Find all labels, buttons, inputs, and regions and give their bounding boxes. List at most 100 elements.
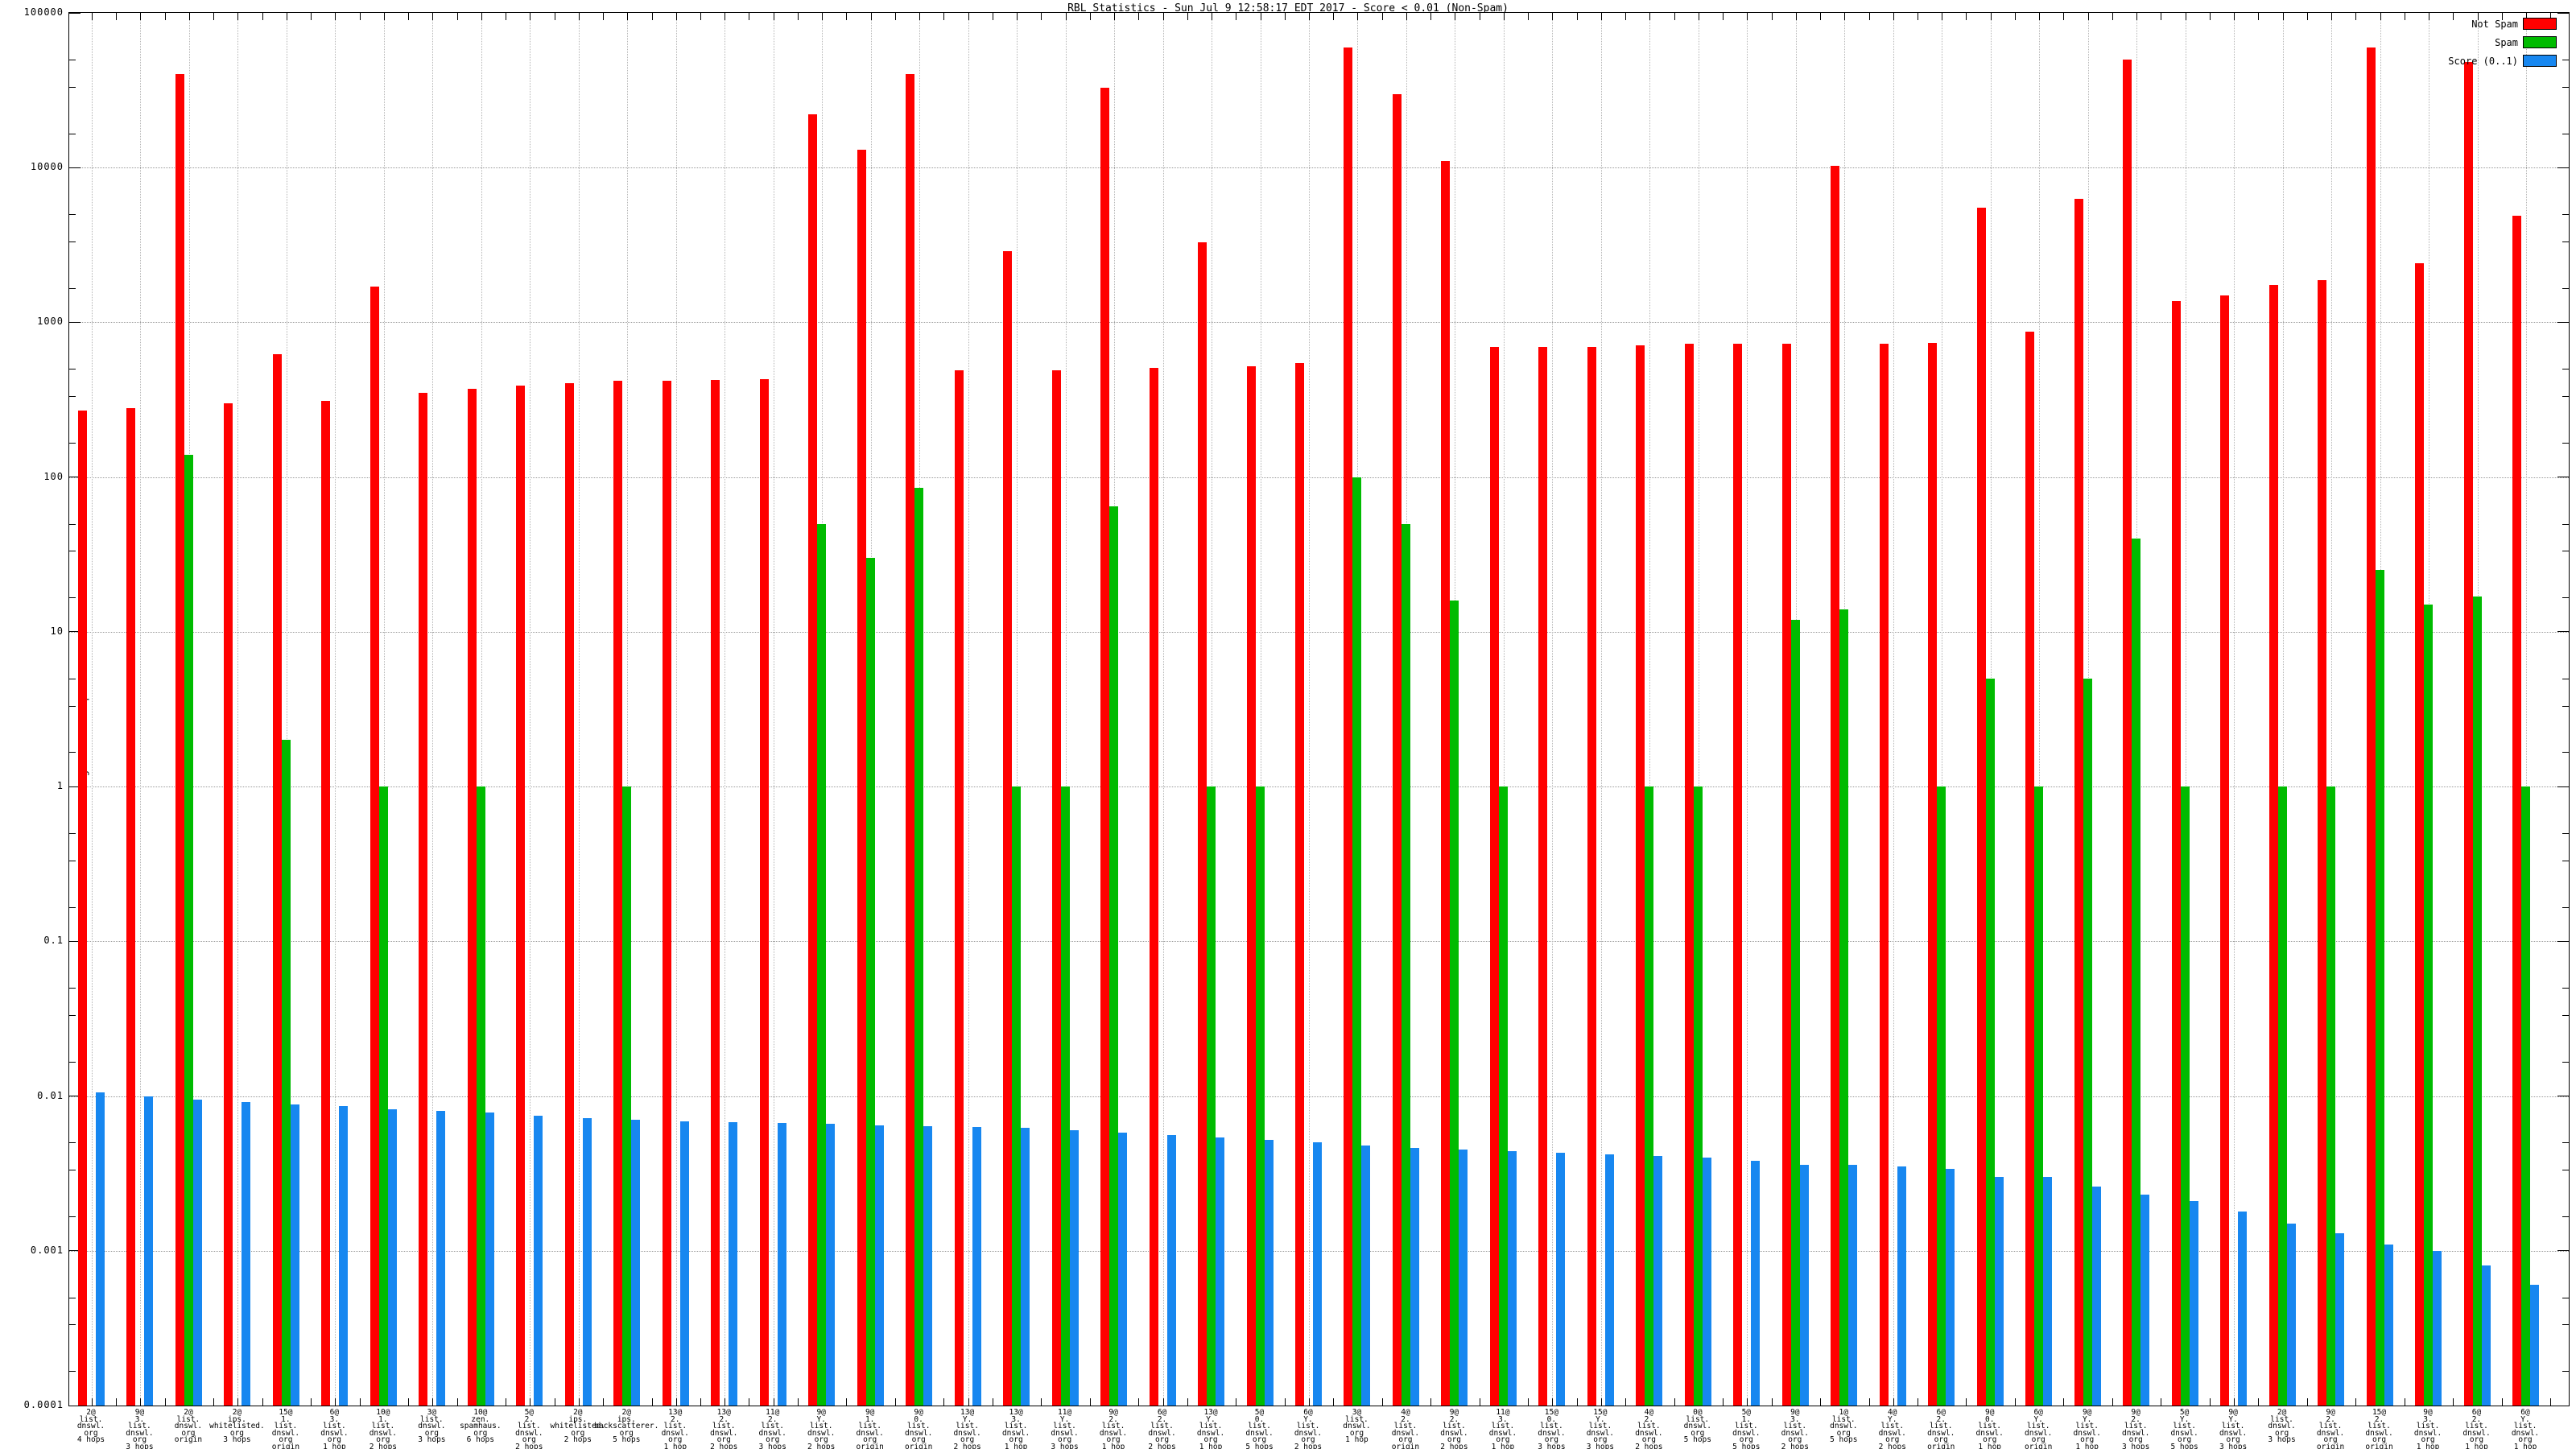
bar-spam <box>2132 539 2141 1406</box>
y-minor-tick <box>2562 214 2569 216</box>
x-tick <box>2234 1398 2235 1406</box>
bar-score <box>1166 1134 1176 1406</box>
bar-not_spam <box>2025 332 2035 1406</box>
x-tick <box>188 13 190 20</box>
x-tick <box>1162 13 1164 20</box>
bar-not_spam <box>2123 59 2132 1406</box>
bar-not_spam <box>1489 347 1499 1406</box>
bar-score <box>631 1120 641 1406</box>
bar-score <box>1507 1151 1517 1406</box>
x-tick <box>1333 13 1335 20</box>
x-tick <box>1771 1398 1773 1406</box>
x-gridline <box>1162 13 1164 1406</box>
x-gridline <box>724 13 726 1406</box>
bar-not_spam <box>2366 47 2376 1406</box>
bar-score <box>2238 1211 2248 1406</box>
bar-not_spam <box>613 380 623 1406</box>
bar-not_spam <box>1441 161 1451 1406</box>
y-minor-tick <box>2562 988 2569 989</box>
bar-not_spam <box>2318 280 2327 1406</box>
y-minor-tick <box>69 523 76 525</box>
y-minor-tick <box>69 1142 76 1144</box>
x-tick <box>1625 1398 1627 1406</box>
bar-score <box>826 1124 836 1406</box>
y-minor-tick <box>69 906 76 908</box>
x-tick <box>822 13 824 20</box>
bar-score <box>2043 1177 2053 1406</box>
x-tick <box>359 13 361 20</box>
legend-swatch <box>2523 18 2557 30</box>
x-tick <box>1041 13 1042 20</box>
y-minor-tick <box>69 396 76 398</box>
x-tick <box>1771 13 1773 20</box>
bar-score <box>1069 1130 1079 1406</box>
x-tick <box>2063 1398 2065 1406</box>
x-tick <box>894 13 896 20</box>
bar-score <box>1216 1137 1225 1406</box>
bar-not_spam <box>1392 93 1402 1406</box>
bar-score <box>2384 1244 2393 1406</box>
y-minor-tick <box>69 1324 76 1326</box>
bar-score <box>1751 1161 1761 1406</box>
x-tick <box>2112 1398 2113 1406</box>
x-gridline <box>675 13 677 1406</box>
bar-spam <box>2472 596 2482 1406</box>
bar-spam <box>1693 786 1703 1406</box>
x-tick <box>1528 13 1530 20</box>
x-tick <box>1381 13 1383 20</box>
bar-score <box>923 1125 933 1406</box>
x-tick <box>1990 13 1992 20</box>
x-gridline <box>2234 13 2235 1406</box>
x-tick <box>2355 1398 2357 1406</box>
x-tick <box>262 1398 263 1406</box>
bar-score <box>1556 1153 1566 1406</box>
bar-not_spam <box>857 150 866 1406</box>
bar-spam <box>1985 678 1995 1406</box>
bar-spam <box>476 786 485 1406</box>
x-tick <box>1187 1398 1188 1406</box>
bar-spam <box>1401 523 1410 1406</box>
bar-not_spam <box>1051 369 1061 1406</box>
x-tick <box>2234 13 2235 20</box>
x-tick <box>603 1398 605 1406</box>
legend-row: Spam <box>2310 36 2568 49</box>
x-tick <box>213 13 215 20</box>
y-gridline <box>69 477 2569 478</box>
x-tick <box>1284 1398 1286 1406</box>
bar-not_spam <box>467 389 477 1406</box>
bar-score <box>1604 1154 1614 1406</box>
y-minor-tick <box>2562 523 2569 525</box>
x-tick <box>2209 1398 2211 1406</box>
y-minor-tick <box>2562 1142 2569 1144</box>
bar-spam <box>914 488 924 1406</box>
bar-spam <box>1060 786 1070 1406</box>
x-tick <box>724 13 726 20</box>
x-tick <box>1552 13 1554 20</box>
rbl-statistics-chart: RBL Statistics - Sun Jul 9 12:58:17 EDT … <box>0 0 2576 1449</box>
bar-not_spam <box>808 114 818 1406</box>
x-tick <box>237 1398 239 1406</box>
bar-score <box>2286 1223 2296 1406</box>
y-major-tick <box>2557 167 2569 168</box>
x-tick <box>140 13 142 20</box>
y-minor-tick <box>69 1371 76 1373</box>
y-minor-tick <box>2562 86 2569 88</box>
x-tick <box>456 1398 458 1406</box>
bar-score <box>1994 1177 2004 1406</box>
x-tick <box>335 13 336 20</box>
bar-score <box>1118 1133 1128 1406</box>
x-tick <box>1138 1398 1140 1406</box>
x-tick <box>1600 13 1602 20</box>
bar-score <box>2433 1250 2442 1406</box>
x-tick <box>1357 13 1359 20</box>
bar-not_spam <box>1003 250 1013 1406</box>
y-tick-label: 1000 <box>37 316 64 328</box>
x-tick <box>578 1398 580 1406</box>
x-gridline <box>237 13 239 1406</box>
bar-not_spam <box>954 369 964 1406</box>
bar-not_spam <box>1781 343 1791 1406</box>
x-tick <box>968 13 969 20</box>
bar-score <box>436 1111 446 1406</box>
bar-spam <box>1498 786 1508 1406</box>
x-tick <box>1820 13 1822 20</box>
